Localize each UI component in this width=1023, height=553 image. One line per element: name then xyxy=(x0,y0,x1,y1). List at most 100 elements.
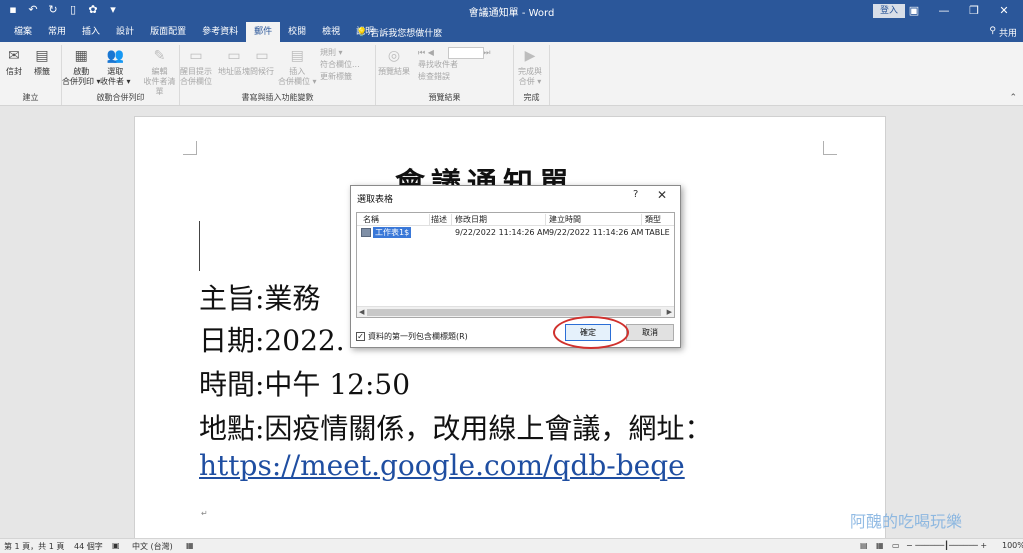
edit-recipient-list-button[interactable]: ✎ 編輯 收件者清單 xyxy=(140,47,179,97)
tell-me-label: 告訴我您想做什麼 xyxy=(370,29,443,39)
margin-mark-top-right xyxy=(823,141,837,155)
status-bar: 第 1 頁，共 1 頁 44 個字 ▣ 中文 (台灣) ▦ ▤ ▦ ▭ − ──… xyxy=(0,538,1023,553)
rules-button[interactable]: 規則 ▾ xyxy=(320,47,360,59)
select-recipients-button[interactable]: 👥 選取 收件者 ▾ xyxy=(100,47,131,87)
highlight-icon: ▭ xyxy=(189,48,203,64)
first-row-header-option[interactable]: ✓ 資料的第一列包含欄標題(R) xyxy=(356,331,468,342)
labels-icon: ▤ xyxy=(35,48,49,64)
watermark-text: 阿醜的吃喝玩樂 xyxy=(850,512,963,531)
column-header-name[interactable]: 名稱 xyxy=(363,214,379,225)
row-name: 工作表1$ xyxy=(373,227,412,238)
column-header-description[interactable]: 描述 xyxy=(431,214,447,225)
group-start-mail-merge: ▦ 啟動 合併列印 ▾ 👥 選取 收件者 ▾ ✎ 編輯 收件者清單 啟動合併列印 xyxy=(62,45,180,105)
check-errors-button[interactable]: 檢查錯誤 xyxy=(418,71,490,83)
match-fields-button[interactable]: 符合欄位... xyxy=(320,59,360,71)
insert-merge-field-button[interactable]: ▤ 插入 合併欄位 ▾ xyxy=(278,47,317,87)
cancel-button[interactable]: 取消 xyxy=(626,324,674,341)
first-row-header-label: 資料的第一列包含欄標題(R) xyxy=(368,332,468,341)
dialog-title: 選取表格 xyxy=(357,195,394,205)
group-label-finish: 完成 xyxy=(523,93,540,102)
minimize-button[interactable]: — xyxy=(929,2,959,20)
scroll-left-icon[interactable]: ◀ xyxy=(359,307,364,318)
group-label-preview: 預覽結果 xyxy=(428,93,461,102)
person-icon: ⚲ xyxy=(989,26,996,36)
finish-merge-button[interactable]: ▶ 完成與 合併 ▾ xyxy=(518,47,542,87)
ribbon-tab-bar: 檔案 常用 插入 設計 版面配置 參考資料 郵件 校閱 檢視 說明 💡 告訴我您想做什麼 ⚲ 共用 xyxy=(0,22,1023,42)
envelopes-button[interactable]: ✉ 信封 xyxy=(4,47,24,77)
tab-list: 檔案 常用 插入 設計 版面配置 參考資料 郵件 校閱 檢視 說明 xyxy=(6,22,382,42)
zoom-slider[interactable]: − ──────┃────── + xyxy=(906,541,987,550)
dialog-close-button[interactable]: ✕ xyxy=(657,188,667,202)
column-header-type[interactable]: 類型 xyxy=(645,214,661,225)
write-small-buttons: 規則 ▾ 符合欄位... 更新標籤 xyxy=(320,47,360,83)
print-layout-icon[interactable]: ▦ xyxy=(876,541,884,550)
column-separator xyxy=(451,214,452,225)
tab-1[interactable]: 常用 xyxy=(40,22,74,42)
row-created: 9/22/2022 11:14:26 AM xyxy=(549,228,644,237)
update-labels-button[interactable]: 更新標籤 xyxy=(320,71,360,83)
tab-8[interactable]: 檢視 xyxy=(314,22,348,42)
line-place: 地點:因疫情關係，改用線上會議，網址： xyxy=(199,412,713,445)
table-icon xyxy=(361,228,371,237)
tab-0[interactable]: 檔案 xyxy=(6,22,40,42)
help-button[interactable]: ? xyxy=(633,189,638,200)
zoom-level[interactable]: 100% xyxy=(1002,541,1023,550)
tab-7[interactable]: 校閱 xyxy=(280,22,314,42)
insert-field-icon: ▤ xyxy=(290,48,304,64)
column-header-created[interactable]: 建立時間 xyxy=(549,214,581,225)
address-block-icon: ▭ xyxy=(227,48,241,64)
start-mail-merge-button[interactable]: ▦ 啟動 合併列印 ▾ xyxy=(62,47,101,87)
proofing-icon[interactable]: ▣ xyxy=(112,541,120,550)
tell-me-box[interactable]: 💡 告訴我您想做什麼 xyxy=(356,26,443,40)
preview-results-button[interactable]: ◎ 預覽結果 xyxy=(378,47,410,77)
group-label-start: 啟動合併列印 xyxy=(96,93,145,102)
paragraph-mark: ↵ xyxy=(201,509,208,518)
row-type: TABLE xyxy=(645,228,670,237)
meeting-link[interactable]: https://meet.google.com/qdb-beqe xyxy=(199,449,685,482)
scrollbar-thumb[interactable] xyxy=(367,309,661,316)
restore-button[interactable]: ❐ xyxy=(959,2,989,20)
line-time: 時間:中午 12:50 xyxy=(199,368,411,401)
scroll-right-icon[interactable]: ▶ xyxy=(667,307,672,318)
document-title: 會議通知單 - Word xyxy=(468,8,555,19)
read-mode-icon[interactable]: ▤ xyxy=(860,541,868,550)
edit-list-icon: ✎ xyxy=(153,48,166,64)
group-preview-results: ◎ 預覽結果 ⏮ ◀ ▶ ⏭ 尋找收件者 檢查錯誤 預覽結果 xyxy=(376,45,514,105)
table-row[interactable]: 工作表1$ 9/22/2022 11:14:26 AM 9/22/2022 11… xyxy=(357,227,674,239)
column-separator xyxy=(429,214,430,225)
ok-button[interactable]: 確定 xyxy=(565,324,611,341)
collapse-ribbon-icon[interactable]: ⌃ xyxy=(1009,93,1017,103)
close-button[interactable]: ✕ xyxy=(989,2,1019,20)
tab-5[interactable]: 參考資料 xyxy=(194,22,246,42)
group-finish: ▶ 完成與 合併 ▾ 完成 xyxy=(514,45,550,105)
greeting-line-button[interactable]: ▭ 問候行 xyxy=(250,47,274,77)
word-count[interactable]: 44 個字 xyxy=(74,541,103,552)
margin-mark-top-left xyxy=(183,141,197,155)
tab-3[interactable]: 設計 xyxy=(108,22,142,42)
mail-merge-icon: ▦ xyxy=(74,48,88,64)
preview-icon: ◎ xyxy=(387,48,401,64)
record-number-input[interactable] xyxy=(448,47,484,59)
language[interactable]: 中文 (台灣) xyxy=(132,541,173,552)
finish-icon: ▶ xyxy=(524,48,536,64)
tab-6[interactable]: 郵件 xyxy=(246,22,281,42)
share-button[interactable]: ⚲ 共用 xyxy=(989,26,1017,39)
highlight-merge-fields-button[interactable]: ▭ 醒目提示 合併欄位 xyxy=(180,47,212,87)
first-row-header-checkbox[interactable]: ✓ xyxy=(356,332,365,341)
web-layout-icon[interactable]: ▭ xyxy=(892,541,900,550)
tab-4[interactable]: 版面配置 xyxy=(142,22,194,42)
ribbon-display-icon[interactable]: ▣ xyxy=(899,2,929,20)
greeting-icon: ▭ xyxy=(255,48,269,64)
macro-icon[interactable]: ▦ xyxy=(186,541,194,550)
page-count[interactable]: 第 1 頁，共 1 頁 xyxy=(4,541,64,552)
labels-button[interactable]: ▤ 標籤 xyxy=(32,47,52,77)
table-list-header: 名稱 描述 修改日期 建立時間 類型 xyxy=(357,213,674,226)
column-header-modified[interactable]: 修改日期 xyxy=(455,214,487,225)
horizontal-scrollbar[interactable]: ◀ ▶ xyxy=(357,306,674,317)
row-modified: 9/22/2022 11:14:26 AM xyxy=(455,228,550,237)
address-block-button[interactable]: ▭ 地址區塊 xyxy=(218,47,250,77)
find-recipient-button[interactable]: 尋找收件者 xyxy=(418,59,490,71)
lightbulb-icon: 💡 xyxy=(356,27,368,38)
table-list[interactable]: 名稱 描述 修改日期 建立時間 類型 工作表1$ 9/22/2022 11:14… xyxy=(356,212,675,318)
tab-2[interactable]: 插入 xyxy=(74,22,108,42)
